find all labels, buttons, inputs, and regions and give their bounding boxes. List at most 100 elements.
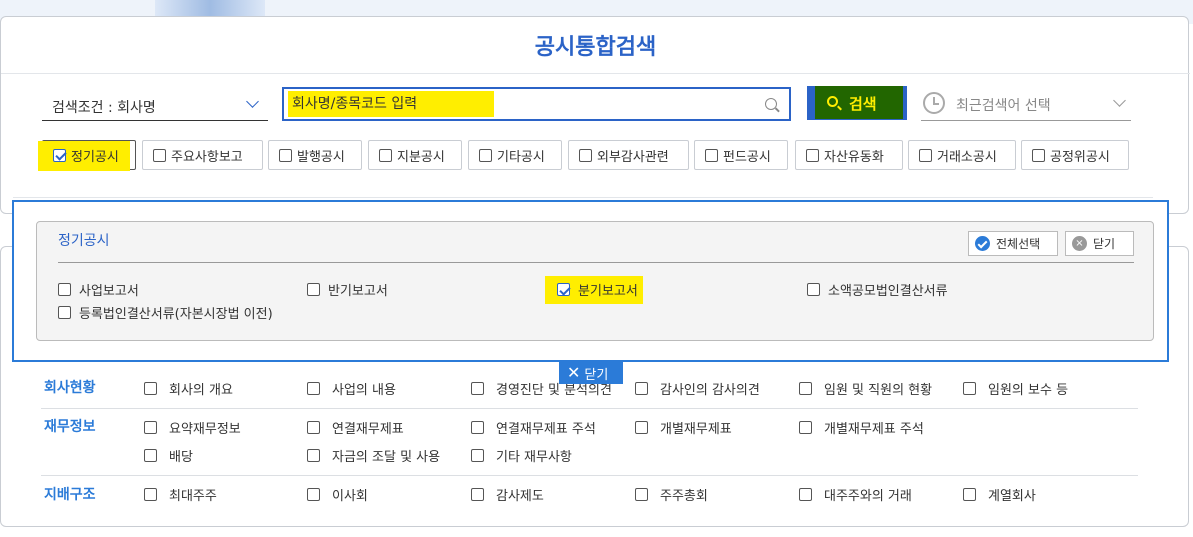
checkbox[interactable] — [144, 449, 157, 462]
list-item[interactable]: 자금의 조달 및 사용 — [307, 446, 440, 465]
checkbox[interactable] — [279, 148, 292, 162]
search-condition-select[interactable]: 검색조건 : 회사명 — [42, 91, 268, 121]
list-item[interactable]: 요약재무정보 — [144, 418, 241, 437]
checkbox[interactable] — [144, 488, 157, 501]
checkbox[interactable] — [53, 148, 66, 162]
checkbox[interactable] — [1032, 148, 1045, 162]
checkbox[interactable] — [479, 148, 492, 162]
type-label: 외부감사관련 — [597, 149, 669, 165]
divider — [41, 408, 1138, 409]
list-item[interactable]: 기타 재무사항 — [471, 446, 572, 465]
type-fund-disclosure[interactable]: 펀드공시 — [694, 140, 788, 170]
checkbox[interactable] — [307, 283, 320, 296]
list-item[interactable]: 개별재무제표 주석 — [799, 418, 924, 437]
recent-search-label: 최근검색어 선택 — [956, 98, 1051, 114]
type-external-audit[interactable]: 외부감사관련 — [568, 140, 689, 170]
search-icon — [827, 96, 838, 107]
checkbox[interactable] — [635, 488, 648, 501]
checkbox[interactable] — [963, 488, 976, 501]
checkbox[interactable] — [153, 148, 166, 162]
checkbox[interactable] — [144, 382, 157, 395]
report-option-registered-corp[interactable]: 등록법인결산서류(자본시장법 이전) — [58, 303, 273, 322]
divider — [41, 475, 1138, 476]
checkbox[interactable] — [58, 283, 71, 296]
history-clock-icon — [923, 92, 945, 114]
type-label: 자산유동화 — [824, 149, 884, 165]
list-item[interactable]: 계열회사 — [963, 485, 1036, 504]
type-exchange-disclosure[interactable]: 거래소공시 — [908, 140, 1016, 170]
list-item[interactable]: 임원의 보수 등 — [963, 379, 1068, 398]
list-item[interactable]: 최대주주 — [144, 485, 217, 504]
divider — [58, 262, 1134, 263]
type-equity-disclosure[interactable]: 지분공시 — [368, 140, 462, 170]
type-issuance-disclosure[interactable]: 발행공시 — [268, 140, 362, 170]
checkbox[interactable] — [471, 488, 484, 501]
company-search-box[interactable] — [282, 87, 791, 121]
search-icon[interactable] — [765, 98, 777, 110]
checkbox[interactable] — [307, 382, 320, 395]
checkbox[interactable] — [919, 148, 932, 162]
regular-disclosure-panel: 정기공시 전체선택 × 닫기 사업보고서 반기보고서 분기보고서 소액공모법인결… — [12, 200, 1169, 362]
checkbox[interactable] — [144, 421, 157, 434]
company-search-input[interactable] — [292, 93, 762, 115]
search-button[interactable]: 검색 — [807, 86, 907, 120]
category-financial-info: 재무정보 — [44, 419, 96, 435]
list-item[interactable]: 감사인의 감사의견 — [635, 379, 760, 398]
close-label: 닫기 — [1093, 237, 1116, 251]
report-option-semiannual[interactable]: 반기보고서 — [307, 280, 388, 299]
type-label: 공정위공시 — [1050, 149, 1110, 165]
checkbox[interactable] — [471, 382, 484, 395]
checkbox[interactable] — [806, 148, 819, 162]
report-option-business[interactable]: 사업보고서 — [58, 280, 139, 299]
report-option-quarterly[interactable]: 분기보고서 — [545, 276, 643, 304]
list-item[interactable]: 연결재무제표 주석 — [471, 418, 596, 437]
checkbox[interactable] — [799, 488, 812, 501]
type-label: 주요사항보고 — [171, 149, 243, 165]
type-ftc-disclosure[interactable]: 공정위공시 — [1021, 140, 1129, 170]
type-asset-securitization[interactable]: 자산유동화 — [795, 140, 903, 170]
checkbox[interactable] — [807, 283, 820, 296]
checkbox[interactable] — [799, 382, 812, 395]
list-item[interactable]: 개별재무제표 — [635, 418, 732, 437]
type-regular-disclosure[interactable]: 정기공시 — [38, 140, 136, 171]
type-label: 기타공시 — [497, 149, 545, 165]
type-label: 펀드공시 — [723, 149, 771, 165]
checkbox[interactable] — [557, 283, 570, 296]
checkbox[interactable] — [963, 382, 976, 395]
checkbox[interactable] — [635, 382, 648, 395]
checkbox[interactable] — [307, 421, 320, 434]
close-icon: × — [1072, 236, 1087, 251]
list-item[interactable]: 배당 — [144, 446, 193, 465]
list-item[interactable]: 이사회 — [307, 485, 368, 504]
page-title: 공시통합검색 — [534, 35, 657, 60]
list-item[interactable]: 감사제도 — [471, 485, 544, 504]
close-panel-tab[interactable]: ✕ 닫기 — [559, 362, 623, 384]
checkbox[interactable] — [58, 306, 71, 319]
panel-close-button[interactable]: × 닫기 — [1065, 231, 1134, 256]
checkbox[interactable] — [307, 449, 320, 462]
search-condition-label: 검색조건 : 회사명 — [52, 100, 156, 116]
checkbox[interactable] — [579, 148, 592, 162]
select-all-button[interactable]: 전체선택 — [968, 231, 1058, 256]
type-label: 발행공시 — [297, 149, 345, 165]
list-item[interactable]: 회사의 개요 — [144, 379, 233, 398]
chevron-down-icon — [1113, 94, 1126, 107]
type-major-report[interactable]: 주요사항보고 — [142, 140, 263, 170]
list-item[interactable]: 대주주와의 거래 — [799, 485, 912, 504]
checkbox[interactable] — [471, 421, 484, 434]
type-label: 정기공시 — [71, 149, 119, 165]
select-all-label: 전체선택 — [996, 237, 1041, 251]
list-item[interactable]: 연결재무제표 — [307, 418, 404, 437]
report-option-small-offering[interactable]: 소액공모법인결산서류 — [807, 280, 948, 299]
checkbox[interactable] — [799, 421, 812, 434]
list-item[interactable]: 임원 및 직원의 현황 — [799, 379, 932, 398]
recent-search-select[interactable]: 최근검색어 선택 — [921, 91, 1131, 121]
list-item[interactable]: 주주총회 — [635, 485, 708, 504]
checkbox[interactable] — [307, 488, 320, 501]
checkbox[interactable] — [705, 148, 718, 162]
type-other-disclosure[interactable]: 기타공시 — [468, 140, 562, 170]
checkbox[interactable] — [471, 449, 484, 462]
list-item[interactable]: 사업의 내용 — [307, 379, 396, 398]
checkbox[interactable] — [379, 148, 392, 162]
checkbox[interactable] — [635, 421, 648, 434]
